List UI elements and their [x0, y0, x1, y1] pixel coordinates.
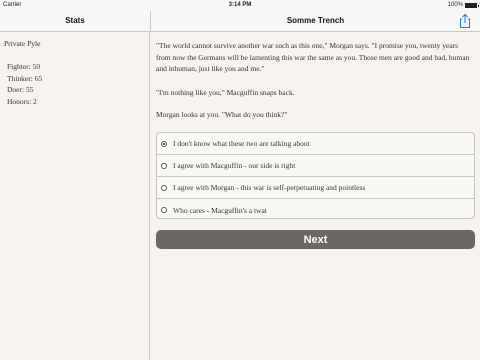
stats-list: Fighter: 50 Thinker: 65 Doer: 55 Honors:… — [7, 61, 42, 107]
sidebar-title: Stats — [65, 16, 85, 25]
radio-button[interactable] — [161, 207, 167, 213]
radio-button[interactable] — [161, 140, 167, 147]
stat-doer: Doer: 55 — [7, 85, 34, 94]
battery-indicator: 100% — [447, 2, 479, 8]
battery-percent: 100% — [447, 2, 463, 8]
clock: 3:14 PM — [228, 2, 252, 8]
choice-option-1[interactable]: I don't know what these two are talking … — [157, 133, 474, 155]
radio-button[interactable] — [161, 184, 167, 191]
choice-list: I don't know what these two are talking … — [156, 132, 475, 219]
story-paragraph: "The world cannot survive another war su… — [156, 41, 470, 73]
story-paragraph: "I'm nothing like you," Macguffin snaps … — [156, 88, 295, 97]
choice-label: I agree with Morgan - this war is self-p… — [173, 183, 366, 192]
navigation-bar: Stats Somme Trench — [0, 11, 480, 32]
choice-option-2[interactable]: I agree with Macguffin - our side is rig… — [157, 155, 474, 177]
story-paragraph: Morgan looks at you. "What do you think?… — [156, 110, 288, 119]
battery-icon — [465, 2, 479, 8]
stats-sidebar: Private Pyle Fighter: 50 Thinker: 65 Doe… — [0, 32, 150, 360]
share-icon[interactable] — [458, 13, 472, 29]
story-panel: "The world cannot survive another war su… — [151, 32, 480, 360]
choice-label: I agree with Macguffin - our side is rig… — [173, 161, 296, 170]
stat-honors: Honors: 2 — [7, 96, 37, 106]
radio-button[interactable] — [161, 162, 167, 169]
choice-option-4[interactable]: Who cares - Macguffin's a twat — [157, 199, 474, 218]
choice-option-3[interactable]: I agree with Morgan - this war is self-p… — [157, 177, 474, 199]
character-name: Private Pyle — [4, 39, 41, 48]
stat-fighter: Fighter: 50 — [7, 62, 41, 71]
status-bar: Carrier 3:14 PM 100% — [0, 0, 480, 11]
choice-label: Who cares - Macguffin's a twat — [173, 205, 267, 215]
page-title: Somme Trench — [286, 16, 345, 25]
choice-label: I don't know what these two are talking … — [173, 139, 310, 148]
stat-thinker: Thinker: 65 — [7, 73, 43, 83]
next-button[interactable]: Next — [156, 230, 475, 249]
